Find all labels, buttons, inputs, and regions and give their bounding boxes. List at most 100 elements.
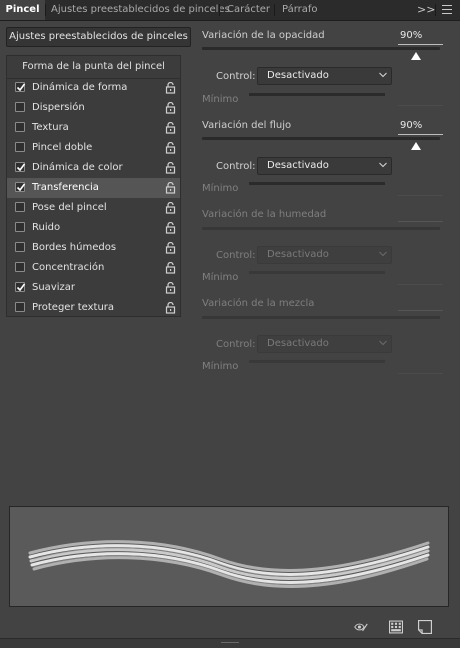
flow-control-select[interactable]: Desactivado: [257, 157, 392, 175]
list-item[interactable]: Ruido: [7, 218, 180, 238]
wetness-minimum-slider: [249, 271, 385, 274]
list-item-label: Pose del pincel: [32, 202, 107, 213]
flow-jitter-value[interactable]: 90%: [398, 120, 443, 135]
list-item[interactable]: Transferencia: [7, 178, 180, 198]
mix-jitter-label: Variación de la mezcla: [202, 298, 315, 309]
opacity-jitter-value[interactable]: 90%: [398, 30, 443, 45]
mix-minimum-label: Mínimo: [202, 361, 239, 372]
chevron-down-icon: [379, 162, 387, 168]
list-item-label: Suavizar: [32, 282, 75, 293]
opacity-jitter-slider[interactable]: [202, 47, 440, 50]
list-item-label: Concentración: [32, 262, 105, 273]
unlocked-icon[interactable]: [165, 262, 176, 274]
checkmark-icon: [16, 163, 26, 172]
chevron-down-icon: [379, 72, 387, 78]
flow-jitter-label: Variación del flujo: [202, 120, 292, 131]
checkmark-icon: [16, 83, 26, 92]
tab-brush-presets[interactable]: Ajustes preestablecidos de pinceles: [51, 0, 230, 20]
flow-minimum-field[interactable]: [398, 181, 443, 196]
mix-jitter-field: [398, 296, 443, 311]
checkbox[interactable]: [15, 262, 25, 272]
unlocked-icon[interactable]: [165, 242, 176, 254]
list-item[interactable]: Dinámica de forma: [7, 78, 180, 98]
bottom-toolbar: [0, 616, 460, 638]
checkbox[interactable]: [15, 242, 25, 252]
opacity-minimum-slider[interactable]: [249, 93, 385, 96]
unlocked-icon[interactable]: [165, 202, 176, 214]
checkbox[interactable]: [15, 182, 26, 192]
panel-menu-icon[interactable]: [442, 5, 452, 15]
list-item-label: Ruido: [32, 222, 61, 233]
list-item[interactable]: Proteger textura: [7, 298, 180, 318]
tab-divider: [435, 4, 436, 16]
checkbox[interactable]: [15, 142, 25, 152]
tab-divider: [45, 4, 46, 16]
mix-jitter-slider: [202, 316, 440, 319]
wetness-control-select: Desactivado: [257, 246, 392, 264]
opacity-minimum-label: Mínimo: [202, 94, 239, 105]
checkbox[interactable]: [15, 302, 25, 312]
unlocked-icon[interactable]: [165, 162, 176, 174]
unlocked-icon[interactable]: [165, 82, 176, 94]
list-item-label: Pincel doble: [32, 142, 93, 153]
checkbox[interactable]: [15, 102, 25, 112]
unlocked-icon[interactable]: [165, 282, 176, 294]
list-item[interactable]: Dispersión: [7, 98, 180, 118]
eye-slash-icon[interactable]: [354, 620, 368, 634]
list-item[interactable]: Dinámica de color: [7, 158, 180, 178]
unlocked-icon[interactable]: [165, 222, 176, 234]
unlocked-icon[interactable]: [165, 142, 176, 154]
checkbox[interactable]: [15, 282, 26, 292]
tab-bar: Pincel Ajustes preestablecidos de pincel…: [0, 0, 460, 21]
list-item-label: Bordes húmedos: [32, 242, 117, 253]
tab-paragraph[interactable]: Párrafo: [282, 0, 318, 20]
checkbox[interactable]: [15, 222, 25, 232]
flow-control-label: Control:: [216, 161, 256, 172]
list-item-label: Textura: [32, 122, 69, 133]
wetness-jitter-label: Variación de la humedad: [202, 209, 327, 220]
list-item[interactable]: Pincel doble: [7, 138, 180, 158]
checkmark-icon: [16, 183, 26, 192]
opacity-jitter-label: Variación de la opacidad: [202, 30, 325, 41]
wetness-control-label: Control:: [216, 250, 256, 261]
checkbox[interactable]: [15, 202, 25, 212]
opacity-control-label: Control:: [216, 71, 256, 82]
list-item[interactable]: Textura: [7, 118, 180, 138]
flow-jitter-slider-handle[interactable]: [411, 142, 421, 150]
chevron-down-icon: [379, 340, 387, 346]
opacity-jitter-slider-handle[interactable]: [411, 52, 421, 60]
grid-icon[interactable]: [389, 620, 403, 634]
flow-minimum-slider[interactable]: [249, 182, 385, 185]
wetness-minimum-field: [398, 270, 443, 285]
collapse-panels-icon[interactable]: >>: [417, 0, 435, 20]
tab-divider: [219, 4, 220, 16]
wetness-jitter-slider: [202, 227, 440, 230]
brush-tip-shape-item[interactable]: Forma de la punta del pincel: [7, 58, 180, 79]
checkbox[interactable]: [15, 162, 26, 172]
checkbox[interactable]: [15, 122, 25, 132]
list-item[interactable]: Suavizar: [7, 278, 180, 298]
list-item[interactable]: Bordes húmedos: [7, 238, 180, 258]
opacity-control-select[interactable]: Desactivado: [257, 67, 392, 85]
chevron-down-icon: [379, 251, 387, 257]
unlocked-icon[interactable]: [165, 102, 176, 114]
tab-character[interactable]: Carácter: [227, 0, 270, 20]
brush-settings-list: Forma de la punta del pincel Dinámica de…: [6, 55, 181, 317]
opacity-minimum-field[interactable]: [398, 91, 443, 106]
new-preset-icon[interactable]: [418, 620, 432, 634]
wetness-minimum-label: Mínimo: [202, 272, 239, 283]
list-item[interactable]: Concentración: [7, 258, 180, 278]
list-item[interactable]: Pose del pincel: [7, 198, 180, 218]
mix-control-select: Desactivado: [257, 335, 392, 353]
brush-presets-button[interactable]: Ajustes preestablecidos de pinceles: [6, 27, 191, 47]
list-item-label: Dispersión: [32, 102, 85, 113]
unlocked-icon[interactable]: [165, 122, 176, 134]
mix-control-label: Control:: [216, 339, 256, 350]
tab-brush[interactable]: Pincel: [0, 0, 45, 20]
flow-jitter-slider[interactable]: [202, 137, 440, 140]
mix-minimum-field: [398, 359, 443, 374]
checkbox[interactable]: [15, 82, 26, 92]
unlocked-icon[interactable]: [165, 302, 176, 314]
tab-divider: [274, 4, 275, 16]
unlocked-icon[interactable]: [165, 182, 176, 194]
